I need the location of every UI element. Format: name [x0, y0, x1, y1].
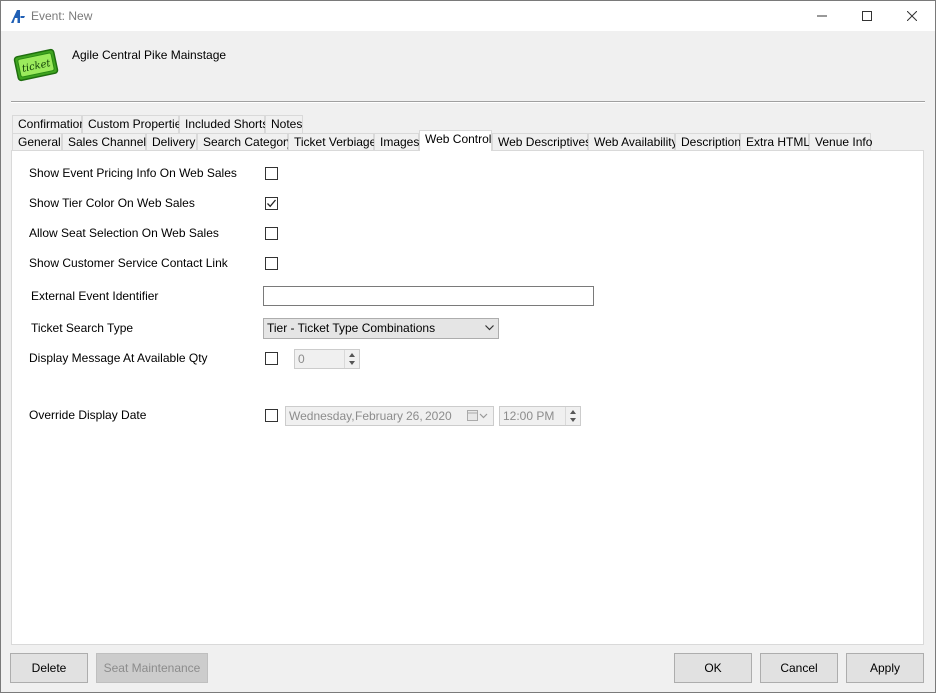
window-title: Event: New: [31, 9, 93, 23]
close-button[interactable]: [889, 1, 935, 31]
tab-extra-html[interactable]: Extra HTML: [740, 133, 810, 151]
maximize-icon: [862, 11, 872, 21]
tab-notes[interactable]: Notes: [265, 115, 303, 133]
display-message-qty-stepper[interactable]: 0: [294, 349, 360, 369]
time-up-icon[interactable]: [570, 410, 576, 414]
ticket-search-type-label: Ticket Search Type: [31, 321, 134, 335]
chevron-down-icon: [485, 325, 494, 331]
minimize-button[interactable]: [799, 1, 845, 31]
date-year: 2020: [425, 409, 452, 423]
tab-confirmation[interactable]: Confirmation: [12, 115, 86, 133]
calendar-dropdown-icon[interactable]: [467, 410, 489, 422]
maximize-button[interactable]: [844, 1, 890, 31]
date-weekday: Wednesday,: [289, 409, 355, 423]
web-control-panel: Show Event Pricing Info On Web Sales Sho…: [11, 150, 924, 645]
apply-button[interactable]: Apply: [846, 653, 924, 683]
cancel-button[interactable]: Cancel: [760, 653, 838, 683]
ticket-icon: ticket: [13, 48, 59, 82]
tab-description[interactable]: Description: [675, 133, 741, 151]
override-time-stepper[interactable]: 12:00 PM: [499, 406, 581, 426]
external-event-identifier-input[interactable]: [263, 286, 594, 306]
event-name: Agile Central Pike Mainstage: [72, 48, 227, 62]
override-time-value: 12:00 PM: [503, 409, 555, 423]
minimize-icon: [817, 15, 827, 17]
show-cs-link-checkbox[interactable]: [265, 257, 278, 270]
display-message-qty-label: Display Message At Available Qty: [29, 351, 208, 365]
show-tier-color-label: Show Tier Color On Web Sales: [29, 196, 195, 210]
date-month: February: [355, 409, 404, 423]
allow-seat-selection-checkbox[interactable]: [265, 227, 278, 240]
show-pricing-info-checkbox[interactable]: [265, 167, 278, 180]
override-display-date-checkbox[interactable]: [265, 409, 278, 422]
event-window: Event: New ticket Agile Central Pike Mai…: [0, 0, 936, 693]
stepper-down-icon[interactable]: [349, 361, 355, 365]
external-event-identifier-label: External Event Identifier: [31, 289, 159, 303]
app-logo-icon: [11, 10, 25, 23]
tab-included-shorts[interactable]: Included Shorts: [179, 115, 268, 133]
stepper-up-icon[interactable]: [349, 353, 355, 357]
override-display-date-label: Override Display Date: [29, 408, 147, 422]
display-message-qty-checkbox[interactable]: [265, 352, 278, 365]
tab-ticket-verbiage[interactable]: Ticket Verbiage: [288, 133, 376, 151]
tab-delivery[interactable]: Delivery: [146, 133, 197, 151]
show-cs-link-label: Show Customer Service Contact Link: [29, 256, 228, 270]
tab-images[interactable]: Images: [374, 133, 419, 151]
show-pricing-info-label: Show Event Pricing Info On Web Sales: [29, 166, 237, 180]
delete-button[interactable]: Delete: [10, 653, 88, 683]
time-stepper-buttons[interactable]: [565, 407, 580, 425]
show-tier-color-checkbox[interactable]: [265, 197, 278, 210]
tab-web-control[interactable]: Web Control: [419, 130, 492, 151]
header-divider: [11, 101, 925, 103]
checkmark-icon: [267, 199, 276, 208]
stepper-buttons[interactable]: [344, 350, 359, 368]
ticket-search-type-value: Tier - Ticket Type Combinations: [267, 321, 436, 335]
seat-maintenance-button[interactable]: Seat Maintenance: [96, 653, 208, 683]
display-message-qty-value: 0: [298, 352, 305, 366]
ticket-search-type-select[interactable]: Tier - Ticket Type Combinations: [263, 318, 499, 339]
title-bar: Event: New: [1, 1, 935, 31]
allow-seat-selection-label: Allow Seat Selection On Web Sales: [29, 226, 219, 240]
tab-general[interactable]: General: [12, 133, 62, 151]
close-icon: [907, 11, 917, 21]
tab-sales-channels[interactable]: Sales Channels: [62, 133, 152, 151]
tab-search-category[interactable]: Search Category: [197, 133, 293, 151]
tab-venue-info[interactable]: Venue Info: [809, 133, 872, 151]
override-date-picker[interactable]: Wednesday, February 26, 2020: [285, 406, 494, 426]
tab-custom-properties[interactable]: Custom Properties: [82, 115, 187, 133]
ok-button[interactable]: OK: [674, 653, 752, 683]
tab-web-availability[interactable]: Web Availability: [588, 133, 678, 151]
date-day: 26,: [406, 409, 423, 423]
time-down-icon[interactable]: [570, 418, 576, 422]
tab-web-descriptives[interactable]: Web Descriptives: [492, 133, 591, 151]
